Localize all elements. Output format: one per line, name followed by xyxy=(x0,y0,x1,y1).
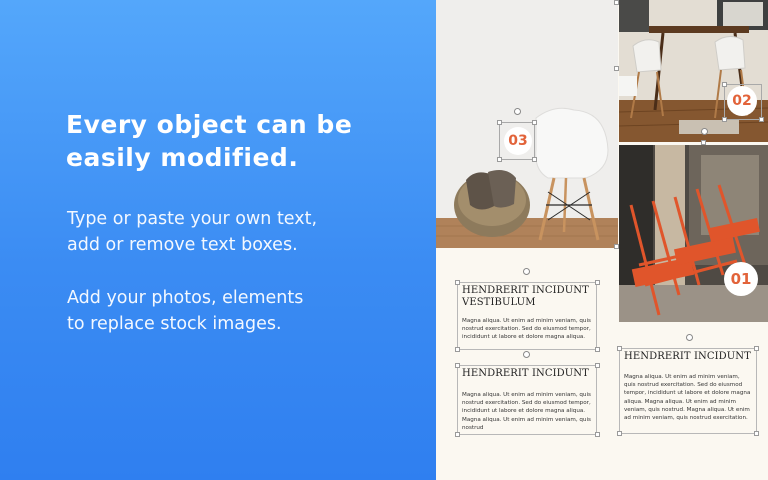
rotate-handle[interactable] xyxy=(686,334,693,341)
document-canvas[interactable]: 03 02 01 HENDRERIT INCIDUNT VESTIBULUM M… xyxy=(436,0,768,480)
text-box-2[interactable]: HENDRERIT INCIDUNT Magna aliqua. Ut enim… xyxy=(457,365,597,435)
resize-handle[interactable] xyxy=(614,0,619,5)
rotate-handle[interactable] xyxy=(523,268,530,275)
badge-01[interactable]: 01 xyxy=(724,262,758,296)
paragraph-photos: Add your photos, elements to replace sto… xyxy=(67,285,407,337)
resize-handle[interactable] xyxy=(595,432,600,437)
headline-line-1: Every object can be xyxy=(66,110,353,139)
text-box-1[interactable]: HENDRERIT INCIDUNT VESTIBULUM Magna aliq… xyxy=(457,282,597,350)
text-box-1-heading-line-2[interactable]: VESTIBULUM xyxy=(462,297,592,309)
resize-handle[interactable] xyxy=(532,157,537,162)
badge-02[interactable]: 02 xyxy=(727,86,757,116)
paragraph-2-line-2: to replace stock images. xyxy=(67,314,282,334)
resize-handle[interactable] xyxy=(595,280,600,285)
headline: Every object can be easily modified. xyxy=(66,108,406,174)
resize-handle[interactable] xyxy=(701,140,706,145)
resize-handle[interactable] xyxy=(722,117,727,122)
text-box-1-body[interactable]: Magna aliqua. Ut enim ad minim veniam, q… xyxy=(462,317,592,342)
text-box-3-heading[interactable]: HENDRERIT INCIDUNT xyxy=(624,351,752,363)
promo-panel: Every object can be easily modified. Typ… xyxy=(0,0,436,480)
text-box-1-heading-line-1[interactable]: HENDRERIT INCIDUNT xyxy=(462,285,592,297)
resize-handle[interactable] xyxy=(595,363,600,368)
resize-handle[interactable] xyxy=(455,432,460,437)
badge-03[interactable]: 03 xyxy=(504,127,532,155)
paragraph-1-line-2: add or remove text boxes. xyxy=(67,235,298,255)
resize-handle[interactable] xyxy=(614,66,619,71)
rotate-handle[interactable] xyxy=(514,108,521,115)
resize-handle[interactable] xyxy=(497,120,502,125)
resize-handle[interactable] xyxy=(759,117,764,122)
rotate-handle[interactable] xyxy=(701,128,708,135)
headline-line-2: easily modified. xyxy=(66,143,299,172)
resize-handle[interactable] xyxy=(617,431,622,436)
text-box-2-body[interactable]: Magna aliqua. Ut enim ad minim veniam, q… xyxy=(462,391,592,432)
dining-room-illustration xyxy=(619,0,768,142)
rotate-handle[interactable] xyxy=(523,351,530,358)
resize-handle[interactable] xyxy=(754,346,759,351)
text-box-2-heading[interactable]: HENDRERIT INCIDUNT xyxy=(462,368,592,380)
text-box-3[interactable]: HENDRERIT INCIDUNT Magna aliqua. Ut enim… xyxy=(619,348,757,434)
resize-handle[interactable] xyxy=(455,347,460,352)
text-box-3-body[interactable]: Magna aliqua. Ut enim ad minim veniam, q… xyxy=(624,373,752,422)
resize-handle[interactable] xyxy=(532,120,537,125)
resize-handle[interactable] xyxy=(617,346,622,351)
resize-handle[interactable] xyxy=(754,431,759,436)
resize-handle[interactable] xyxy=(455,280,460,285)
orange-chairs-illustration xyxy=(619,145,768,322)
resize-handle[interactable] xyxy=(722,82,727,87)
resize-handle[interactable] xyxy=(497,157,502,162)
resize-handle[interactable] xyxy=(595,347,600,352)
paragraph-2-line-1: Add your photos, elements xyxy=(67,288,304,308)
paragraph-1-line-1: Type or paste your own text, xyxy=(67,209,318,229)
paragraph-text-boxes: Type or paste your own text, add or remo… xyxy=(67,206,407,258)
text-box-1-heading[interactable]: HENDRERIT INCIDUNT VESTIBULUM xyxy=(462,285,592,309)
resize-handle[interactable] xyxy=(614,244,619,249)
photo-dining-room[interactable] xyxy=(619,0,768,142)
resize-handle[interactable] xyxy=(455,363,460,368)
photo-orange-chairs[interactable] xyxy=(619,145,768,322)
